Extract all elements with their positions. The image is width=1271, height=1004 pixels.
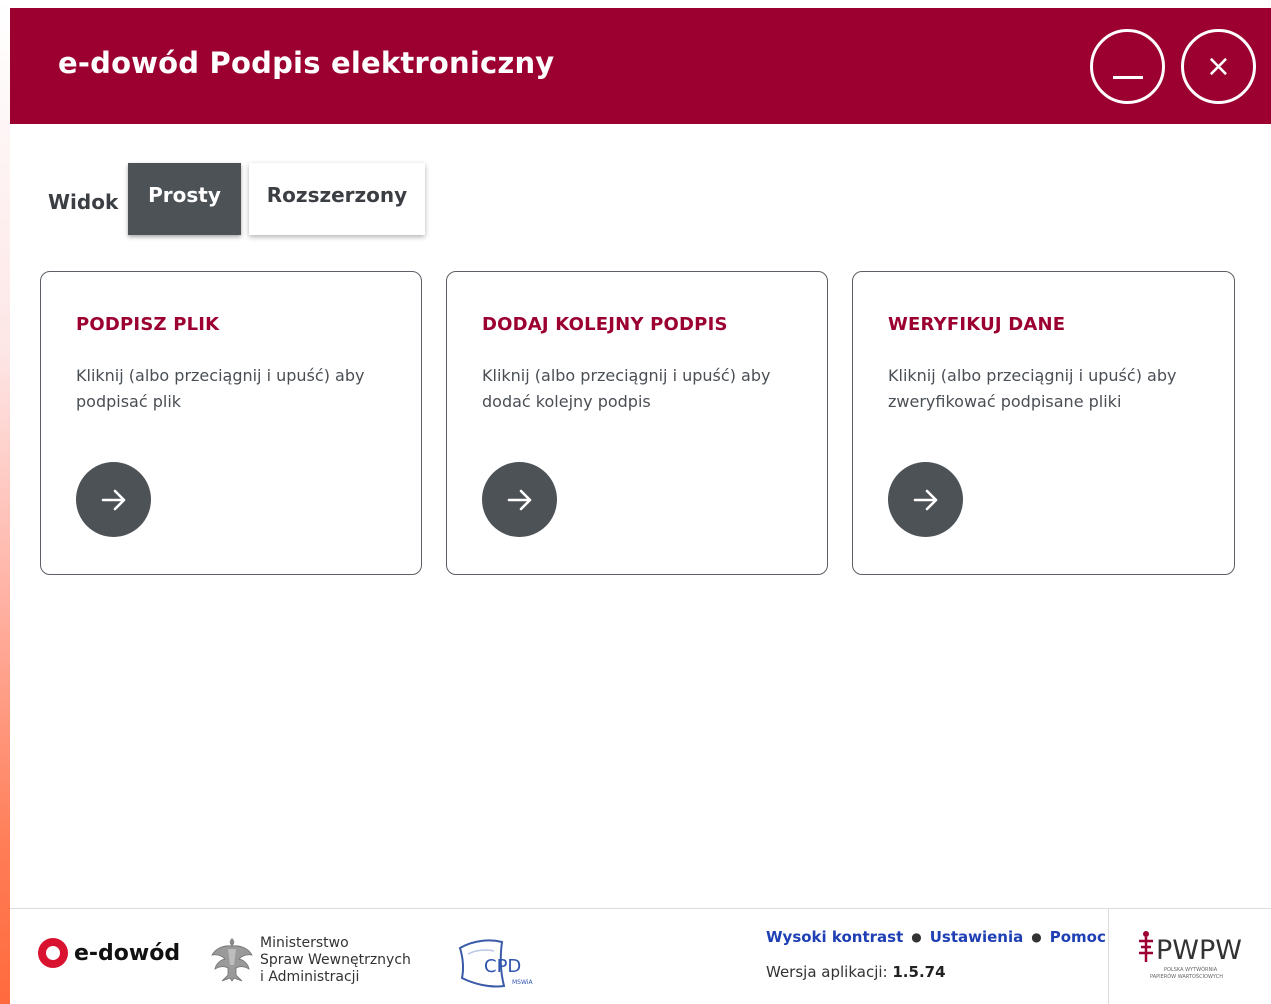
view-simple-button[interactable]: Prosty	[128, 163, 241, 235]
mswia-logo: Ministerstwo Spraw Wewnętrznych i Admini…	[210, 935, 411, 986]
edowod-logo-text: e-dowód	[74, 940, 181, 966]
mswia-text: Ministerstwo Spraw Wewnętrznych i Admini…	[260, 935, 411, 986]
card-description: Kliknij (albo przeciągnij i upuść) aby d…	[482, 366, 771, 411]
close-button[interactable]: ×	[1181, 29, 1256, 104]
footer-links: Wysoki kontrast ● Ustawienia ● Pomoc	[766, 928, 1106, 946]
mswia-line: i Administracji	[260, 969, 360, 985]
arrow-right-icon	[507, 489, 531, 510]
help-link[interactable]: Pomoc	[1050, 928, 1106, 946]
eagle-emblem-icon	[211, 938, 253, 982]
verify-data-button[interactable]	[888, 462, 963, 537]
pwpw-logo-subtext: PAPIERÓW WARTOŚCIOWYCH	[1150, 973, 1223, 980]
card-title: WERYFIKUJ DANE	[888, 314, 1066, 335]
version-value: 1.5.74	[892, 963, 946, 981]
app-window: e-dowód Podpis elektroniczny × Widok Pro…	[10, 8, 1271, 1004]
card-description: Kliknij (albo przeciągnij i upuść) aby z…	[888, 366, 1177, 411]
add-signature-card[interactable]: DODAJ KOLEJNY PODPIS Kliknij (albo przec…	[446, 271, 828, 575]
close-icon: ×	[1205, 48, 1232, 84]
card-description: Kliknij (albo przeciągnij i upuść) aby p…	[76, 366, 365, 411]
title-bar: e-dowód Podpis elektroniczny ×	[10, 8, 1271, 124]
separator-dot: ●	[1031, 930, 1042, 944]
sign-file-card[interactable]: PODPISZ PLIK Kliknij (albo przeciągnij i…	[40, 271, 422, 575]
background-edge	[0, 0, 10, 1004]
footer-vertical-divider	[1108, 909, 1109, 1004]
cpd-logo-text: CPD	[484, 956, 521, 977]
edowod-logo: e-dowód	[38, 938, 180, 968]
mswia-line: Ministerstwo	[260, 935, 349, 951]
edowod-mark-icon	[38, 938, 68, 968]
pwpw-logo-subtext: POLSKA WYTWÓRNIA	[1164, 966, 1218, 973]
pwpw-logo-text: PWPW	[1156, 935, 1242, 966]
background-edge-top	[10, 0, 1271, 8]
minimize-icon	[1112, 76, 1143, 79]
footer-divider	[10, 908, 1271, 909]
arrow-right-icon	[101, 489, 125, 510]
high-contrast-link[interactable]: Wysoki kontrast	[766, 928, 903, 946]
mswia-line: Spraw Wewnętrznych	[260, 952, 411, 968]
add-signature-button[interactable]	[482, 462, 557, 537]
view-label: Widok	[48, 190, 119, 214]
card-title: DODAJ KOLEJNY PODPIS	[482, 314, 728, 335]
separator-dot: ●	[911, 930, 922, 944]
arrow-right-icon	[913, 489, 937, 510]
pwpw-logo: PWPW POLSKA WYTWÓRNIA PAPIERÓW WARTOŚCIO…	[1139, 931, 1242, 980]
cpd-logo: CPD MSWiA	[458, 939, 533, 988]
view-extended-button[interactable]: Rozszerzony	[249, 163, 425, 235]
sign-file-button[interactable]	[76, 462, 151, 537]
cpd-logo-subtext: MSWiA	[512, 979, 533, 986]
settings-link[interactable]: Ustawienia	[930, 928, 1024, 946]
version-label: Wersja aplikacji:	[766, 963, 888, 981]
app-version: Wersja aplikacji: 1.5.74	[766, 963, 946, 981]
minimize-button[interactable]	[1090, 29, 1165, 104]
card-title: PODPISZ PLIK	[76, 314, 220, 335]
verify-data-card[interactable]: WERYFIKUJ DANE Kliknij (albo przeciągnij…	[852, 271, 1235, 575]
app-title: e-dowód Podpis elektroniczny	[58, 46, 555, 80]
